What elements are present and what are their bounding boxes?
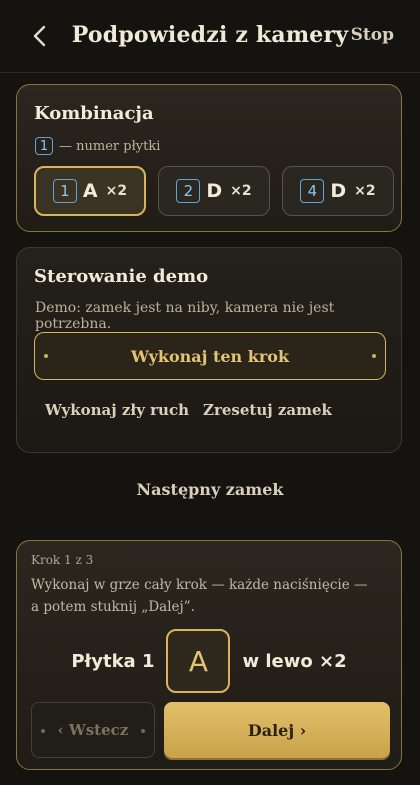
- instruction-line-2: a potem stuknij „Dalej”.: [31, 599, 195, 615]
- combination-item-1[interactable]: 1 A ×2: [34, 166, 146, 216]
- demo-description: Demo: zamek jest na niby, kamera nie jes…: [35, 300, 335, 332]
- tile-number-badge: 2: [176, 179, 201, 203]
- legend-text: — numer płytki: [59, 138, 161, 154]
- tile-hint: Płytka 1 A w lewo ×2: [17, 629, 401, 693]
- step-counter: Krok 1 z 3: [31, 553, 94, 567]
- instruction-line-1: Wykonaj w grze cały krok — każde naciśni…: [31, 577, 368, 593]
- combination-list: 1 A ×2 2 D ×2 4 D ×2: [34, 166, 394, 216]
- do-step-button[interactable]: Wykonaj ten krok: [34, 332, 386, 380]
- press-count: ×2: [105, 183, 128, 199]
- decor-dot-left: [41, 729, 45, 733]
- combination-card: Kombinacja 1 — numer płytki 1 A ×2 2 D ×…: [16, 84, 402, 232]
- decor-dot-right: [372, 354, 376, 358]
- previous-step-button[interactable]: ‹ Wstecz: [31, 702, 155, 758]
- combination-item-2[interactable]: 2 D ×2: [158, 166, 270, 216]
- tile-number-badge: 1: [52, 179, 77, 203]
- step-instruction: Wykonaj w grze cały krok — każde naciśni…: [31, 574, 371, 618]
- tile-hint-prefix: Płytka 1: [71, 650, 155, 672]
- tile-letter: D: [330, 180, 347, 202]
- demo-controls-card: Sterowanie demo Demo: zamek jest na niby…: [16, 247, 402, 453]
- combination-item-3[interactable]: 4 D ×2: [282, 166, 394, 216]
- tile-letter: D: [206, 180, 223, 202]
- combination-title: Kombinacja: [34, 103, 154, 124]
- tile-letter-box: A: [166, 629, 231, 693]
- demo-title: Sterowanie demo: [34, 266, 209, 287]
- stop-button[interactable]: Stop: [351, 25, 394, 45]
- tile-letter: A: [82, 180, 98, 202]
- tile-hint-direction: w lewo ×2: [242, 650, 347, 672]
- tile-number-badge: 1: [35, 137, 53, 155]
- step-card: Krok 1 z 3 Wykonaj w grze cały krok — ka…: [16, 540, 402, 770]
- next-lock-button[interactable]: Następny zamek: [0, 480, 420, 499]
- press-count: ×2: [354, 183, 376, 199]
- previous-step-label: ‹ Wstecz: [57, 721, 129, 739]
- do-step-label: Wykonaj ten krok: [130, 346, 290, 366]
- wrong-move-button[interactable]: Wykonaj zły ruch: [45, 401, 189, 419]
- reset-lock-button[interactable]: Zresetuj zamek: [203, 401, 332, 419]
- tile-number-legend: 1 — numer płytki: [35, 137, 160, 155]
- app-header: Podpowiedzi z kamery Stop: [0, 0, 420, 73]
- decor-dot-right: [141, 729, 145, 733]
- tile-number-badge: 4: [300, 179, 325, 203]
- press-count: ×2: [230, 183, 252, 199]
- decor-dot-left: [44, 354, 48, 358]
- next-step-button[interactable]: Dalej ›: [164, 702, 390, 758]
